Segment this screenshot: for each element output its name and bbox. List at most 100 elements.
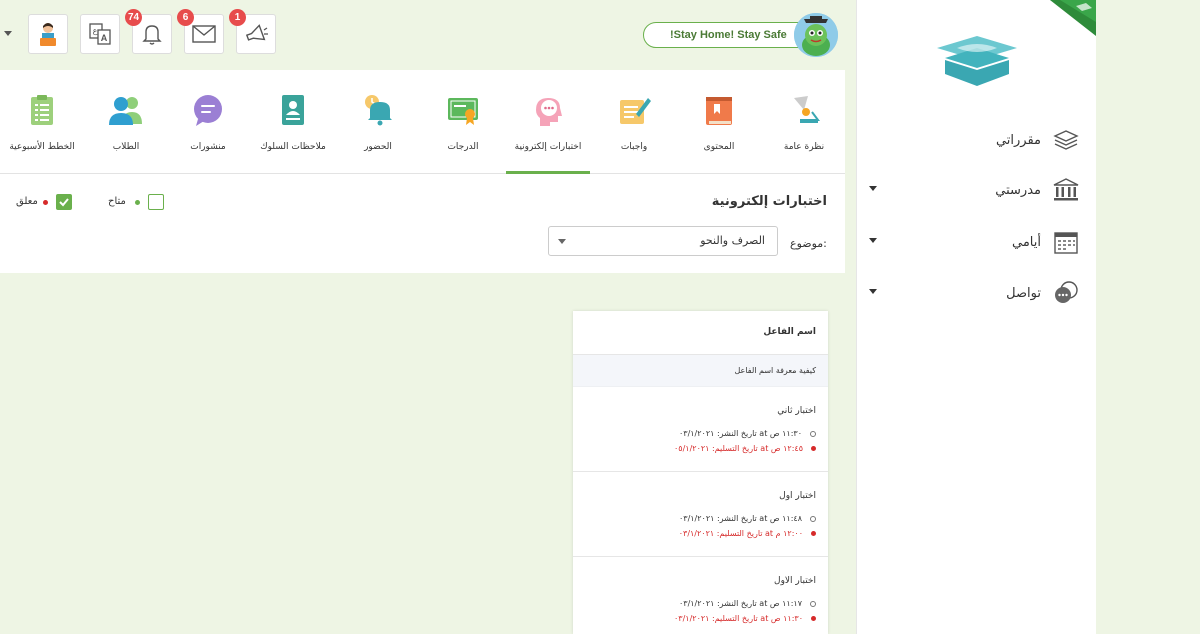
legend-closed-label: معلق bbox=[16, 196, 38, 207]
exam-due-date: تاريخ التسليم: ٠٣/١/٢٠٢١ at ١٢:٠٠ م bbox=[678, 529, 803, 538]
tab-overview[interactable]: نظرة عامة bbox=[762, 70, 846, 174]
sidebar-item-my-courses[interactable]: مقرراتي bbox=[857, 123, 1097, 157]
tab-electronic-exams[interactable]: اختبارات إلكترونية bbox=[506, 70, 590, 174]
sidebar-item-communicate[interactable]: تواصل bbox=[857, 276, 1097, 310]
chevron-down-icon[interactable] bbox=[869, 238, 877, 243]
notifications-button[interactable]: 74 bbox=[125, 9, 172, 54]
svg-text:A: A bbox=[101, 33, 108, 43]
exam-published-row: تاريخ النشر: ٠٣/١/٢٠٢١ at ١١:٣٠ ص bbox=[679, 429, 816, 438]
exam-due-row: تاريخ التسليم: ٠٥/١/٢٠٢١ at ١٢:٤٥ ص bbox=[674, 444, 816, 453]
profile-button[interactable] bbox=[28, 14, 68, 54]
books-icon bbox=[1051, 125, 1081, 155]
subject-label: موضوع: bbox=[790, 237, 827, 250]
weekly-plan-icon bbox=[31, 95, 53, 125]
exam-due-date: تاريخ التسليم: ٠٥/١/٢٠٢١ at ١٢:٤٥ ص bbox=[674, 444, 803, 453]
chevron-down-icon[interactable] bbox=[869, 186, 877, 191]
attendance-bell-icon bbox=[365, 95, 392, 126]
exam-published-date: تاريخ النشر: ٠٣/١/٢٠٢١ at ١١:٣٠ ص bbox=[678, 429, 802, 438]
tab-bar: نظرة عامة المحتوى واجبات اختبارات إلكترو… bbox=[0, 70, 845, 174]
stay-home-banner: !Stay Home! Stay Safe bbox=[643, 22, 813, 48]
user-menu-caret-icon[interactable] bbox=[4, 31, 12, 36]
sidebar-item-my-days[interactable]: أيامي bbox=[857, 225, 1097, 259]
sidebar-item-label: تواصل bbox=[1006, 285, 1041, 301]
sidebar: مقرراتي مدرستي أيامي تواصل bbox=[856, 0, 1096, 634]
exam-title[interactable]: اختبار ثاني bbox=[777, 406, 816, 416]
exam-list-item[interactable]: اختبار الاول تاريخ النشر: ٠٣/١/٢٠٢١ at ١… bbox=[573, 558, 828, 634]
mail-icon bbox=[192, 25, 216, 43]
published-dot-icon bbox=[810, 600, 816, 607]
tab-label: الدرجات bbox=[447, 142, 479, 152]
tab-label: منشورات bbox=[190, 142, 226, 152]
tab-label: الحضور bbox=[364, 142, 392, 152]
certificate-icon bbox=[448, 98, 478, 125]
available-dot-icon bbox=[135, 200, 140, 205]
tab-label: الخطط الأسبوعية bbox=[9, 142, 75, 152]
exam-title[interactable]: اختبار الاول bbox=[774, 576, 816, 586]
chevron-down-icon[interactable] bbox=[869, 289, 877, 294]
tab-content[interactable]: المحتوى bbox=[677, 70, 761, 174]
tab-label: الطلاب bbox=[112, 142, 140, 152]
exam-title[interactable]: اختبار اول bbox=[779, 491, 816, 501]
card-header: اسم الفاعل bbox=[573, 311, 828, 355]
tab-label: المحتوى bbox=[703, 142, 735, 152]
tab-homework[interactable]: واجبات bbox=[592, 70, 676, 174]
card-title: اسم الفاعل bbox=[763, 327, 816, 337]
closed-checkbox[interactable] bbox=[56, 194, 72, 210]
exam-list-item[interactable]: اختبار اول تاريخ النشر: ٠٣/١/٢٠٢١ at ١١:… bbox=[573, 473, 828, 557]
due-dot-icon bbox=[811, 616, 816, 621]
tab-posts[interactable]: منشورات bbox=[166, 70, 250, 174]
school-logo bbox=[937, 36, 1017, 86]
sidebar-item-label: مقرراتي bbox=[995, 132, 1041, 148]
exam-published-date: تاريخ النشر: ٠٣/١/٢٠٢١ at ١١:٤٨ ص bbox=[678, 514, 802, 523]
published-dot-icon bbox=[810, 515, 816, 522]
students-icon bbox=[109, 97, 142, 125]
exam-due-row: تاريخ التسليم: ٠٣/١/٢٠٢١ at ١٢:٠٠ م bbox=[679, 529, 816, 538]
chevron-down-icon bbox=[558, 239, 566, 244]
school-icon bbox=[1051, 175, 1081, 205]
sidebar-item-my-school[interactable]: مدرستي bbox=[857, 173, 1097, 207]
tab-attendance[interactable]: الحضور bbox=[336, 70, 420, 174]
available-checkbox[interactable] bbox=[148, 194, 164, 210]
tab-label: اختبارات إلكترونية bbox=[514, 142, 582, 152]
closed-dot-icon bbox=[43, 200, 48, 205]
exam-due-date: تاريخ التسليم: ٠٣/١/٢٠٢١ at ١١:٣٠ ص bbox=[674, 614, 803, 623]
avatar[interactable] bbox=[794, 13, 838, 57]
card-subtitle: كيفية معرفة اسم الفاعل bbox=[734, 366, 817, 375]
subject-select[interactable]: الصرف والنحو bbox=[548, 226, 778, 256]
quiz-icon bbox=[536, 98, 562, 126]
card-subheader: كيفية معرفة اسم الفاعل bbox=[573, 355, 828, 387]
main-panel: نظرة عامة المحتوى واجبات اختبارات إلكترو… bbox=[0, 70, 845, 273]
chat-icon bbox=[1051, 278, 1081, 308]
check-icon bbox=[59, 198, 69, 207]
svg-text:ع: ع bbox=[93, 26, 98, 35]
sidebar-item-label: أيامي bbox=[1012, 234, 1041, 250]
sidebar-item-label: مدرستي bbox=[995, 182, 1041, 198]
megaphone-icon bbox=[245, 24, 268, 41]
tab-behavior-notes[interactable]: ملاحظات السلوك bbox=[251, 70, 335, 174]
legend-available-label: متاح bbox=[108, 196, 126, 207]
flag-ribbon-icon bbox=[1050, 0, 1096, 36]
tab-grades[interactable]: الدرجات bbox=[421, 70, 505, 174]
tab-students[interactable]: الطلاب bbox=[84, 70, 168, 174]
behavior-icon bbox=[282, 95, 304, 125]
exam-card: اسم الفاعل كيفية معرفة اسم الفاعل اختبار… bbox=[573, 311, 828, 634]
user-icon bbox=[40, 23, 56, 46]
language-button[interactable]: Aع bbox=[80, 14, 120, 54]
translate-icon: Aع bbox=[89, 23, 111, 45]
posts-icon bbox=[194, 95, 222, 126]
announcements-badge: 1 bbox=[229, 9, 246, 26]
exam-list-item[interactable]: اختبار ثاني تاريخ النشر: ٠٣/١/٢٠٢١ at ١١… bbox=[573, 388, 828, 472]
bell-icon bbox=[142, 25, 162, 45]
exam-published-date: تاريخ النشر: ٠٣/١/٢٠٢١ at ١١:١٧ ص bbox=[678, 599, 802, 608]
tab-label: نظرة عامة bbox=[783, 142, 825, 152]
due-dot-icon bbox=[811, 531, 816, 536]
exam-published-row: تاريخ النشر: ٠٣/١/٢٠٢١ at ١١:١٧ ص bbox=[679, 599, 816, 608]
messages-badge: 6 bbox=[177, 9, 194, 26]
calendar-icon bbox=[1051, 227, 1081, 257]
lamp-icon bbox=[794, 96, 820, 123]
due-dot-icon bbox=[811, 446, 816, 451]
notifications-badge: 74 bbox=[125, 9, 143, 26]
tab-weekly-plans[interactable]: الخطط الأسبوعية bbox=[0, 70, 84, 174]
announcements-button[interactable]: 1 bbox=[229, 9, 276, 54]
messages-button[interactable]: 6 bbox=[177, 9, 224, 54]
